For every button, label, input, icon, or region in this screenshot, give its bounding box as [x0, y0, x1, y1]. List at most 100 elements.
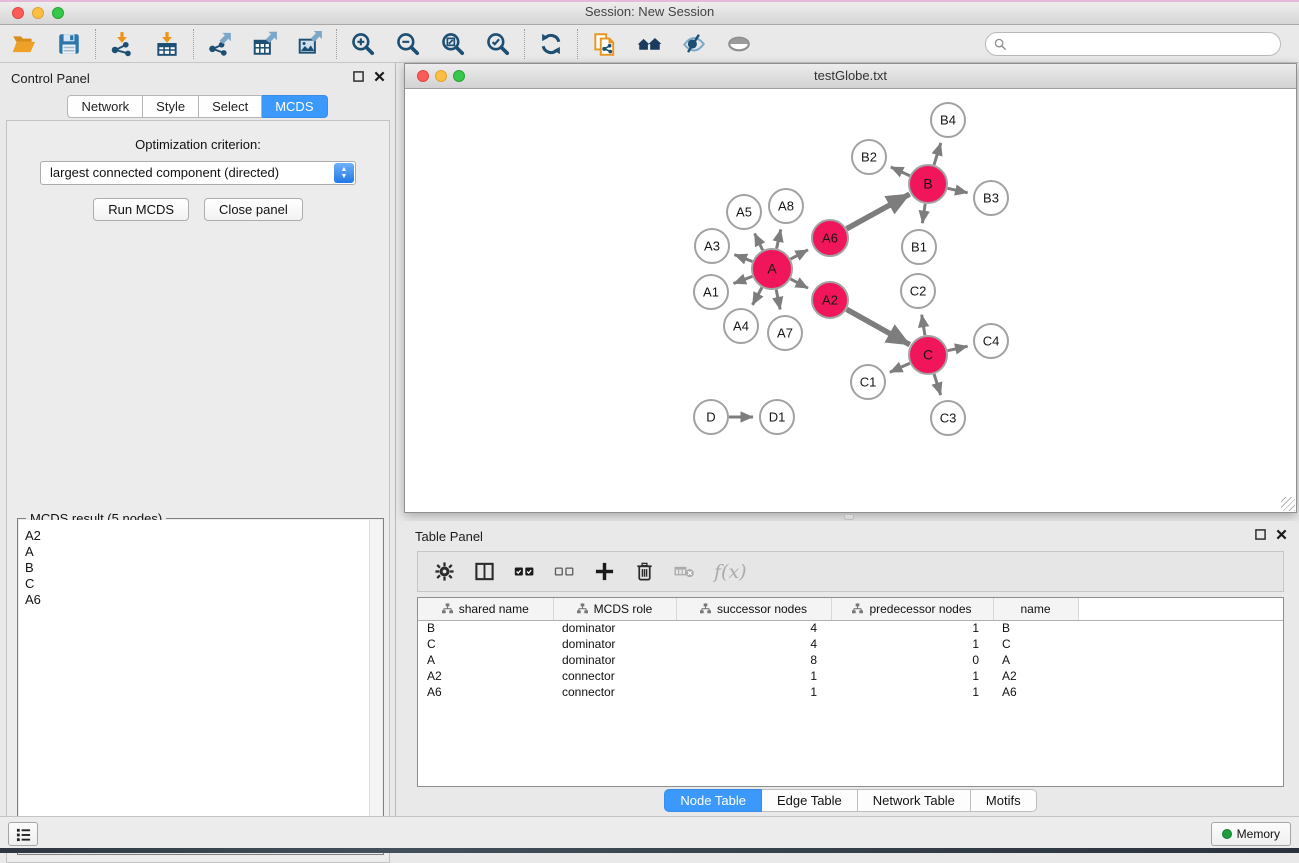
- graph-node-B[interactable]: B: [909, 165, 947, 203]
- zoom-traffic-light[interactable]: [52, 7, 64, 19]
- float-panel-icon[interactable]: [1255, 529, 1266, 540]
- graph-node-A2[interactable]: A2: [812, 282, 848, 318]
- result-scrollbar[interactable]: [369, 520, 382, 853]
- save-session-button[interactable]: [55, 30, 83, 58]
- close-traffic-light[interactable]: [12, 7, 24, 19]
- graph-edge-C-C2[interactable]: [922, 315, 925, 336]
- tab-node-table[interactable]: Node Table: [664, 789, 762, 812]
- tab-style[interactable]: Style: [143, 95, 199, 118]
- graph-node-B2[interactable]: B2: [852, 140, 886, 174]
- delete-column-icon[interactable]: [634, 561, 655, 582]
- graph-node-C2[interactable]: C2: [901, 274, 935, 308]
- tab-motifs[interactable]: Motifs: [971, 789, 1037, 812]
- graph-edge-A-A7[interactable]: [776, 290, 780, 310]
- graph-node-A4[interactable]: A4: [724, 309, 758, 343]
- graph-node-C[interactable]: C: [909, 336, 947, 374]
- delete-table-icon[interactable]: [674, 561, 695, 582]
- table-row[interactable]: A2connector11A2: [418, 668, 1283, 684]
- minimize-traffic-light[interactable]: [435, 70, 447, 82]
- add-column-icon[interactable]: [594, 561, 615, 582]
- search-input[interactable]: [1007, 34, 1280, 54]
- network-canvas[interactable]: B4 B2 B B3 A8A5 A6 A3 B1 A A1 C2 A2 A4 A7 C4 C C1 C3 D D1: [405, 89, 1296, 512]
- tab-network[interactable]: Network: [67, 95, 143, 118]
- table-row[interactable]: A6connector11A6: [418, 684, 1283, 700]
- zoom-selected-button[interactable]: [484, 30, 512, 58]
- horizontal-splitter-handle[interactable]: [844, 514, 854, 520]
- function-builder-icon[interactable]: f(x): [714, 561, 747, 583]
- float-panel-icon[interactable]: [353, 71, 364, 82]
- graph-edge-A-A5[interactable]: [755, 234, 763, 251]
- hide-selected-button[interactable]: [680, 30, 708, 58]
- column-header-predecessor-nodes[interactable]: predecessor nodes: [831, 598, 993, 620]
- graph-edge-B-B2[interactable]: [891, 167, 910, 176]
- search-field[interactable]: [985, 32, 1281, 56]
- graph-edge-A-A1[interactable]: [734, 276, 753, 283]
- table-row[interactable]: Adominator80A: [418, 652, 1283, 668]
- graph-node-A7[interactable]: A7: [768, 316, 802, 350]
- graph-node-B4[interactable]: B4: [931, 103, 965, 137]
- tab-select[interactable]: Select: [199, 95, 262, 118]
- graph-edge-A-A8[interactable]: [777, 229, 781, 248]
- close-panel-button[interactable]: Close panel: [204, 198, 303, 221]
- export-table-button[interactable]: [251, 30, 279, 58]
- close-traffic-light[interactable]: [417, 70, 429, 82]
- apply-layout-button[interactable]: [537, 30, 565, 58]
- graph-edge-C-C1[interactable]: [890, 363, 910, 372]
- column-header-successor-nodes[interactable]: successor nodes: [676, 598, 831, 620]
- deselect-all-icon[interactable]: [554, 561, 575, 582]
- graph-node-C3[interactable]: C3: [931, 401, 965, 435]
- graph-node-A1[interactable]: A1: [694, 275, 728, 309]
- network-window-titlebar[interactable]: testGlobe.txt: [405, 64, 1296, 89]
- graph-node-C4[interactable]: C4: [974, 324, 1008, 358]
- tab-network-table[interactable]: Network Table: [858, 789, 971, 812]
- select-all-checked-icon[interactable]: [514, 561, 535, 582]
- import-table-button[interactable]: [153, 30, 181, 58]
- graph-node-B3[interactable]: B3: [974, 181, 1008, 215]
- zoom-out-button[interactable]: [394, 30, 422, 58]
- graph-edge-A-A3[interactable]: [734, 255, 752, 262]
- graph-edge-C-C4[interactable]: [948, 346, 968, 351]
- run-mcds-button[interactable]: Run MCDS: [93, 198, 189, 221]
- column-header-MCDS-role[interactable]: MCDS role: [553, 598, 676, 620]
- zoom-traffic-light[interactable]: [453, 70, 465, 82]
- tab-mcds[interactable]: MCDS: [262, 95, 327, 118]
- table-row[interactable]: Cdominator41C: [418, 636, 1283, 652]
- memory-button[interactable]: Memory: [1211, 822, 1291, 846]
- graph-node-A[interactable]: A: [752, 249, 792, 289]
- window-resize-grip[interactable]: [1281, 497, 1295, 511]
- minimize-traffic-light[interactable]: [32, 7, 44, 19]
- gear-icon[interactable]: [434, 561, 455, 582]
- mcds-result-list[interactable]: A2ABCA6: [19, 520, 382, 853]
- table-row[interactable]: Bdominator41B: [418, 620, 1283, 636]
- graph-node-D[interactable]: D: [694, 400, 728, 434]
- graph-edge-B-B4[interactable]: [934, 143, 941, 165]
- open-session-button[interactable]: [10, 30, 38, 58]
- export-image-button[interactable]: [296, 30, 324, 58]
- graph-node-B1[interactable]: B1: [902, 230, 936, 264]
- node-table[interactable]: shared nameMCDS rolesuccessor nodesprede…: [417, 597, 1284, 787]
- split-columns-icon[interactable]: [474, 561, 495, 582]
- graph-node-A6[interactable]: A6: [812, 220, 848, 256]
- close-panel-icon[interactable]: [374, 71, 385, 82]
- zoom-fit-button[interactable]: [439, 30, 467, 58]
- graph-node-D1[interactable]: D1: [760, 400, 794, 434]
- column-header-name[interactable]: name: [993, 598, 1078, 620]
- graph-node-C1[interactable]: C1: [851, 365, 885, 399]
- graph-edge-A6-B[interactable]: [847, 194, 910, 229]
- graph-node-A3[interactable]: A3: [695, 229, 729, 263]
- export-network-button[interactable]: [206, 30, 234, 58]
- home-button[interactable]: [635, 30, 663, 58]
- column-header-shared-name[interactable]: shared name: [418, 598, 553, 620]
- zoom-in-button[interactable]: [349, 30, 377, 58]
- import-network-button[interactable]: [108, 30, 136, 58]
- graph-edge-C-C3[interactable]: [934, 374, 941, 395]
- graph-edge-A-A6[interactable]: [791, 250, 809, 259]
- graph-node-A8[interactable]: A8: [769, 189, 803, 223]
- tab-edge-table[interactable]: Edge Table: [762, 789, 858, 812]
- clone-network-button[interactable]: [590, 30, 618, 58]
- graph-edge-B-B1[interactable]: [922, 204, 925, 223]
- task-history-button[interactable]: [8, 822, 38, 846]
- graph-edge-B-B3[interactable]: [948, 188, 968, 193]
- graph-edge-A2-C[interactable]: [847, 309, 910, 344]
- graph-node-A5[interactable]: A5: [727, 195, 761, 229]
